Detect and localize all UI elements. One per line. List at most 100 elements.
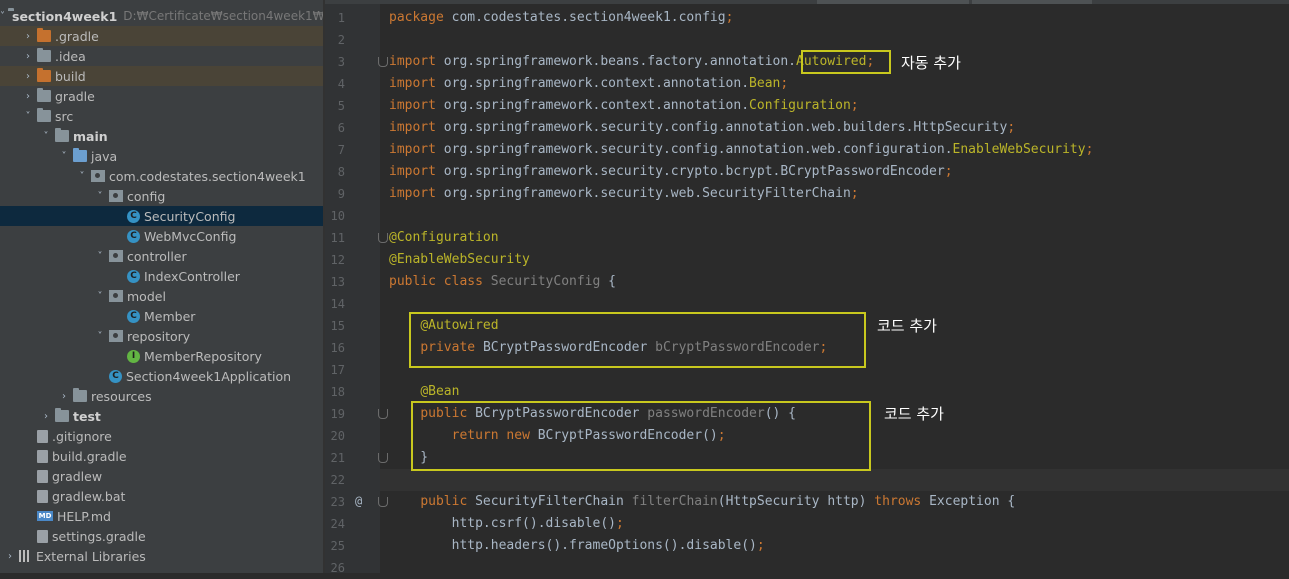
- tree-item-label: MemberRepository: [144, 348, 262, 364]
- tree-item[interactable]: ˅ repository: [0, 326, 323, 346]
- tree-item[interactable]: ˅ config: [0, 186, 323, 206]
- tree-item[interactable]: C Member: [0, 306, 323, 326]
- tree-item[interactable]: › build: [0, 66, 323, 86]
- java-class-icon: C: [127, 229, 140, 243]
- current-line-highlight: [380, 469, 1289, 491]
- line-number: 11: [330, 231, 345, 245]
- tree-item[interactable]: ˅ controller: [0, 246, 323, 266]
- code-token: @Bean: [420, 384, 460, 399]
- chevron-right-icon[interactable]: ›: [22, 31, 34, 42]
- file-icon: [37, 469, 48, 483]
- tree-item[interactable]: MD HELP.md: [0, 506, 323, 526]
- code-line: @Configuration: [389, 227, 499, 249]
- tree-item-label: IndexController: [144, 268, 240, 284]
- code-line: http.csrf().disable();: [389, 513, 624, 535]
- code-line: package com.codestates.section4week1.con…: [389, 7, 733, 29]
- tree-item[interactable]: ˅ com.codestates.section4week1: [0, 166, 323, 186]
- chevron-down-icon[interactable]: ˅: [94, 291, 106, 302]
- fold-icon[interactable]: [378, 497, 388, 507]
- override-marker-icon[interactable]: @: [355, 490, 362, 512]
- chevron-down-icon[interactable]: ˅: [94, 191, 106, 202]
- tree-item[interactable]: build.gradle: [0, 446, 323, 466]
- folder-icon: [55, 408, 69, 422]
- tree-item[interactable]: ˅ java: [0, 146, 323, 166]
- tree-item[interactable]: ˅ section4week1 D:₩Certificate₩section4wee…: [0, 6, 323, 26]
- tree-item[interactable]: › resources: [0, 386, 323, 406]
- tree-item[interactable]: ˅ model: [0, 286, 323, 306]
- tree-item[interactable]: .gitignore: [0, 426, 323, 446]
- project-path: D:₩Certificate₩section4week1₩sect: [123, 9, 323, 23]
- java-class-icon: C: [109, 369, 122, 383]
- chevron-right-icon[interactable]: ›: [22, 51, 34, 62]
- code-token: package: [389, 10, 452, 25]
- code-token: import: [389, 54, 444, 69]
- tree-item[interactable]: ˅ main: [0, 126, 323, 146]
- editor-tab-bar: [325, 0, 1289, 4]
- line-number: 19: [330, 407, 345, 421]
- fold-icon[interactable]: [378, 409, 388, 419]
- code-token: ;: [780, 76, 789, 91]
- chevron-right-icon[interactable]: ›: [58, 391, 70, 402]
- file-icon: [37, 429, 48, 443]
- code-token: @EnableWebSecurity: [389, 252, 530, 267]
- chevron-down-icon[interactable]: ˅: [94, 331, 106, 342]
- chevron-down-icon[interactable]: ˅: [76, 171, 88, 182]
- code-token: import: [389, 120, 444, 135]
- fold-icon[interactable]: [378, 453, 388, 463]
- tree-item-label: model: [127, 288, 166, 304]
- chevron-right-icon[interactable]: ›: [4, 551, 16, 562]
- code-token: @Configuration: [389, 230, 499, 245]
- chevron-down-icon[interactable]: ˅: [94, 251, 106, 262]
- fold-icon[interactable]: [378, 233, 388, 243]
- line-number: 13: [330, 275, 345, 289]
- code-token: import: [389, 98, 444, 113]
- tree-item[interactable]: › gradle: [0, 86, 323, 106]
- tree-item[interactable]: gradlew: [0, 466, 323, 486]
- tree-item[interactable]: › External Libraries: [0, 546, 323, 566]
- line-number: 14: [330, 297, 345, 311]
- chevron-down-icon[interactable]: ˅: [22, 111, 34, 122]
- code-token: org.springframework.security.web.Securit…: [443, 186, 851, 201]
- chevron-right-icon[interactable]: ›: [40, 411, 52, 422]
- code-token: SecurityFilterChain: [475, 494, 632, 509]
- code-token: ;: [1085, 142, 1094, 157]
- chevron-down-icon[interactable]: ˅: [40, 131, 52, 142]
- code-token: Configuration: [749, 98, 851, 113]
- line-number: 5: [337, 99, 345, 113]
- code-token: import: [389, 164, 444, 179]
- chevron-down-icon[interactable]: ˅: [0, 11, 5, 22]
- file-icon: [37, 529, 48, 543]
- tree-item[interactable]: › .gradle: [0, 26, 323, 46]
- tree-item-label: .idea: [55, 48, 86, 64]
- tree-item[interactable]: › test: [0, 406, 323, 426]
- line-number: 9: [337, 187, 345, 201]
- editor-tab[interactable]: [817, 0, 969, 4]
- chevron-down-icon[interactable]: ˅: [58, 151, 70, 162]
- tree-item[interactable]: C WebMvcConfig: [0, 226, 323, 246]
- tree-item-label: HELP.md: [57, 508, 111, 524]
- code-line: import org.springframework.context.annot…: [389, 95, 859, 117]
- tree-item[interactable]: C Section4week1Application: [0, 366, 323, 386]
- tree-item[interactable]: ˅ src: [0, 106, 323, 126]
- chevron-right-icon[interactable]: ›: [22, 71, 34, 82]
- tree-item[interactable]: I MemberRepository: [0, 346, 323, 366]
- note-auto-add: 자동 추가: [901, 54, 961, 72]
- code-token: org.springframework.context.annotation.: [443, 98, 750, 113]
- line-number: 6: [337, 121, 345, 135]
- library-icon: [19, 550, 32, 562]
- code-token: public: [420, 494, 476, 509]
- tree-item[interactable]: gradlew.bat: [0, 486, 323, 506]
- fold-icon[interactable]: [378, 57, 388, 67]
- editor-tab[interactable]: [972, 0, 1092, 4]
- chevron-right-icon[interactable]: ›: [22, 91, 34, 102]
- tree-item[interactable]: C SecurityConfig: [0, 206, 323, 226]
- tree-item[interactable]: › .idea: [0, 46, 323, 66]
- line-number: 10: [330, 209, 345, 223]
- tree-item-label: build: [55, 68, 86, 84]
- tree-item[interactable]: settings.gradle: [0, 526, 323, 546]
- tree-item-label: controller: [127, 248, 187, 264]
- code-token: com.codestates.section4week1.config: [451, 10, 726, 25]
- code-token: ;: [615, 516, 624, 531]
- tree-item[interactable]: C IndexController: [0, 266, 323, 286]
- package-icon: [109, 250, 123, 262]
